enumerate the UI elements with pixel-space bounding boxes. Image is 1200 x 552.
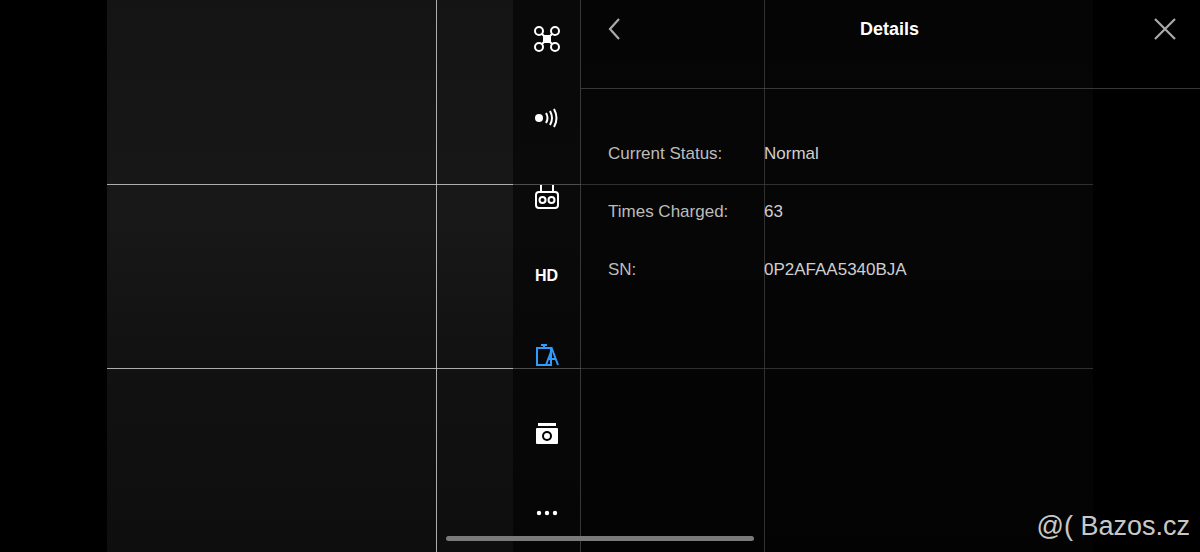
detail-row: Current Status:Normal [608,125,1200,183]
more-icon [535,510,559,516]
sidebar-item-state [535,422,559,446]
remote-controller-icon [534,184,560,210]
detail-label: Current Status: [608,144,764,164]
detail-value: 0P2AFAA5340BJA [764,260,907,280]
sidebar-item[interactable] [513,158,580,237]
sidebar-item[interactable] [513,315,580,394]
details-panel: DetailsCurrent Status:NormalTimes Charge… [580,0,1200,552]
grid-line [436,0,437,552]
sidebar-item-state: HD [535,267,558,285]
details-list: Current Status:NormalTimes Charged:63SN:… [581,89,1200,299]
detail-value: 63 [764,202,783,222]
close-icon [1153,17,1177,41]
sidebar-item[interactable]: HD [513,237,580,316]
detail-label: Times Charged: [608,202,764,222]
sidebar-item-state [533,25,561,53]
detail-value: Normal [764,144,819,164]
sidebar-item[interactable] [513,79,580,158]
sidebar-item-state [535,510,559,516]
home-indicator[interactable] [446,536,754,541]
sidebar-item-state [533,108,561,128]
aircraft-icon [533,25,561,53]
sidebar-item[interactable] [513,394,580,473]
details-title: Details [860,19,919,40]
sidebar-item-state [534,184,560,210]
sidebar-item-label: HD [535,267,558,285]
battery-icon [535,343,559,367]
details-header: Details [581,0,1200,89]
settings-sidebar: HD [513,0,580,552]
detail-row: SN:0P2AFAA5340BJA [608,241,1200,299]
signal-icon [533,108,561,128]
close-button[interactable] [1152,16,1178,42]
detail-row: Times Charged:63 [608,183,1200,241]
back-button[interactable] [601,16,627,42]
detail-label: SN: [608,260,764,280]
sidebar-item[interactable] [513,0,580,79]
watermark: @( Bazos.cz [1037,511,1190,542]
back-arrow-icon [607,17,621,41]
camera-icon [535,422,559,446]
sidebar-item-state [535,343,559,367]
settings-overlay: HDDetailsCurrent Status:NormalTimes Char… [513,0,1200,552]
